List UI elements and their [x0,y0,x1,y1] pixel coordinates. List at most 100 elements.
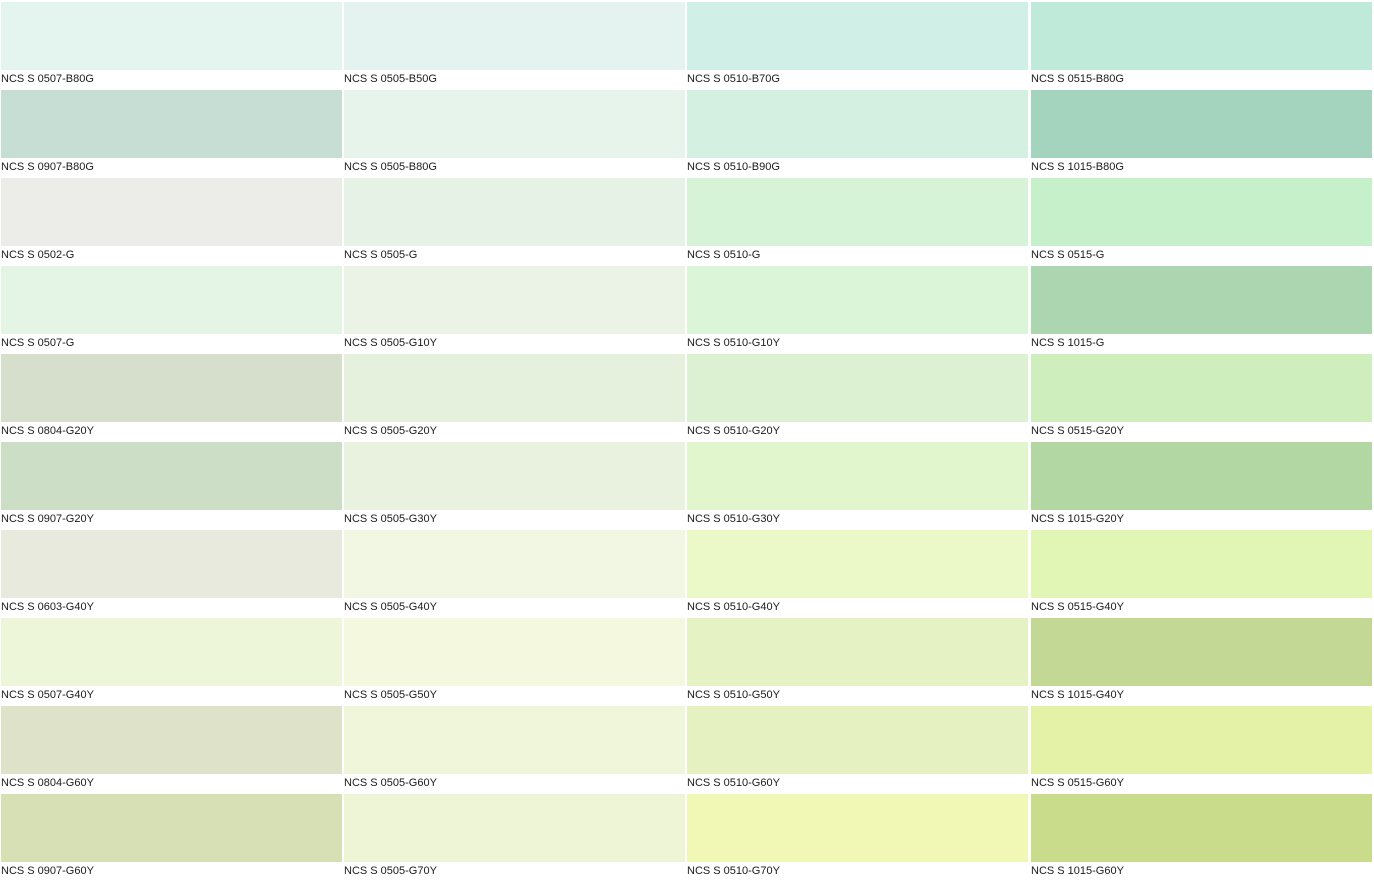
swatch-card[interactable]: NCS S 0907-G20Y [0,440,342,528]
swatch-label: NCS S 0505-G70Y [344,865,437,877]
color-swatch[interactable] [344,90,685,158]
swatch-card[interactable]: NCS S 0505-B80G [343,88,685,176]
swatch-card[interactable]: NCS S 0510-G50Y [686,616,1028,704]
color-swatch[interactable] [687,2,1028,70]
color-swatch[interactable] [344,354,685,422]
color-swatch[interactable] [1031,618,1372,686]
swatch-label: NCS S 0510-G40Y [687,601,780,613]
color-swatch[interactable] [687,266,1028,334]
swatch-card[interactable]: NCS S 0505-G [343,176,685,264]
color-swatch[interactable] [344,178,685,246]
color-swatch[interactable] [1,530,342,598]
swatch-label: NCS S 0507-B80G [1,73,94,85]
swatch-card[interactable]: NCS S 0603-G40Y [0,528,342,616]
swatch-label: NCS S 0505-G50Y [344,689,437,701]
swatch-card[interactable]: NCS S 0505-G60Y [343,704,685,792]
swatch-card[interactable]: NCS S 0804-G20Y [0,352,342,440]
swatch-card[interactable]: NCS S 0510-B90G [686,88,1028,176]
color-swatch[interactable] [1,266,342,334]
swatch-card[interactable]: NCS S 0510-G [686,176,1028,264]
swatch-label: NCS S 0502-G [1,249,75,261]
color-swatch[interactable] [344,266,685,334]
swatch-label: NCS S 0505-B80G [344,161,437,173]
color-swatch[interactable] [1,794,342,862]
color-swatch[interactable] [344,706,685,774]
color-swatch[interactable] [1031,266,1372,334]
color-swatch[interactable] [687,530,1028,598]
swatch-label: NCS S 0505-G [344,249,418,261]
color-swatch[interactable] [1,178,342,246]
color-swatch[interactable] [687,706,1028,774]
color-swatch[interactable] [344,618,685,686]
swatch-card[interactable]: NCS S 0515-G [1030,176,1372,264]
color-swatch[interactable] [1,442,342,510]
color-swatch[interactable] [1031,442,1372,510]
color-swatch[interactable] [344,530,685,598]
swatch-card[interactable]: NCS S 0510-G40Y [686,528,1028,616]
swatch-label: NCS S 0505-G10Y [344,337,437,349]
swatch-card[interactable]: NCS S 0804-G60Y [0,704,342,792]
swatch-label: NCS S 0510-G30Y [687,513,780,525]
swatch-card[interactable]: NCS S 0515-G60Y [1030,704,1372,792]
color-swatch[interactable] [344,794,685,862]
swatch-card[interactable]: NCS S 0907-G60Y [0,792,342,880]
color-swatch[interactable] [687,90,1028,158]
swatch-card[interactable]: NCS S 0510-B70G [686,0,1028,88]
color-swatch[interactable] [1031,2,1372,70]
swatch-card[interactable]: NCS S 0510-G70Y [686,792,1028,880]
color-swatch[interactable] [687,794,1028,862]
swatch-card[interactable]: NCS S 0510-G30Y [686,440,1028,528]
swatch-label: NCS S 0505-G40Y [344,601,437,613]
swatch-card[interactable]: NCS S 1015-G40Y [1030,616,1372,704]
color-swatch[interactable] [1,618,342,686]
swatch-card[interactable]: NCS S 0907-B80G [0,88,342,176]
swatch-card[interactable]: NCS S 0505-G50Y [343,616,685,704]
color-swatch[interactable] [1031,706,1372,774]
color-swatch[interactable] [1031,90,1372,158]
swatch-label: NCS S 0505-G60Y [344,777,437,789]
swatch-label: NCS S 0510-G50Y [687,689,780,701]
swatch-card[interactable]: NCS S 0505-G70Y [343,792,685,880]
swatch-card[interactable]: NCS S 0515-B80G [1030,0,1372,88]
swatch-card[interactable]: NCS S 1015-B80G [1030,88,1372,176]
color-swatch[interactable] [1031,530,1372,598]
swatch-card[interactable]: NCS S 0505-G30Y [343,440,685,528]
swatch-card[interactable]: NCS S 0505-G10Y [343,264,685,352]
swatch-card[interactable]: NCS S 0515-G40Y [1030,528,1372,616]
swatch-card[interactable]: NCS S 1015-G [1030,264,1372,352]
color-swatch[interactable] [687,354,1028,422]
swatch-label: NCS S 1015-G40Y [1031,689,1124,701]
swatch-card[interactable]: NCS S 0502-G [0,176,342,264]
swatch-label: NCS S 0515-G [1031,249,1105,261]
swatch-card[interactable]: NCS S 0507-G [0,264,342,352]
swatch-card[interactable]: NCS S 0510-G60Y [686,704,1028,792]
swatch-card[interactable]: NCS S 0515-G20Y [1030,352,1372,440]
swatch-card[interactable]: NCS S 0507-G40Y [0,616,342,704]
swatch-label: NCS S 0510-G60Y [687,777,780,789]
swatch-label: NCS S 0804-G60Y [1,777,94,789]
swatch-card[interactable]: NCS S 1015-G20Y [1030,440,1372,528]
swatch-card[interactable]: NCS S 1015-G60Y [1030,792,1372,880]
color-swatch[interactable] [687,178,1028,246]
swatch-card[interactable]: NCS S 0505-B50G [343,0,685,88]
color-swatch[interactable] [344,442,685,510]
swatch-label: NCS S 0907-B80G [1,161,94,173]
color-swatch[interactable] [344,2,685,70]
swatch-card[interactable]: NCS S 0510-G20Y [686,352,1028,440]
swatch-card[interactable]: NCS S 0505-G20Y [343,352,685,440]
swatch-card[interactable]: NCS S 0510-G10Y [686,264,1028,352]
color-swatch[interactable] [1031,794,1372,862]
swatch-label: NCS S 0510-G10Y [687,337,780,349]
swatch-label: NCS S 0505-G20Y [344,425,437,437]
color-swatch[interactable] [1,90,342,158]
color-swatch[interactable] [1031,178,1372,246]
swatch-label: NCS S 0907-G20Y [1,513,94,525]
color-swatch[interactable] [1,2,342,70]
color-swatch[interactable] [687,442,1028,510]
swatch-card[interactable]: NCS S 0505-G40Y [343,528,685,616]
color-swatch[interactable] [1,706,342,774]
swatch-card[interactable]: NCS S 0507-B80G [0,0,342,88]
color-swatch[interactable] [1,354,342,422]
color-swatch[interactable] [687,618,1028,686]
color-swatch[interactable] [1031,354,1372,422]
